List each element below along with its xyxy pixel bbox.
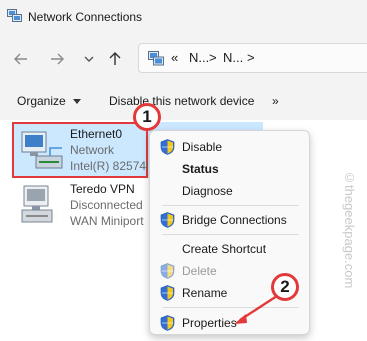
menu-item-diagnose[interactable]: Diagnose: [150, 180, 311, 202]
recent-locations-button[interactable]: [78, 48, 100, 70]
more-commands-button[interactable]: »: [272, 94, 279, 108]
menu-item-label: Disable: [182, 140, 223, 154]
menu-item-label: Create Shortcut: [182, 242, 267, 256]
uac-shield-icon: [160, 263, 175, 279]
adapter-item-ethernet0[interactable]: Ethernet0 Network Intel(R) 82574L: [12, 122, 148, 178]
menu-item-label: Bridge Connections: [182, 213, 287, 227]
breadcrumb-separator[interactable]: >: [247, 50, 255, 65]
adapter-device: WAN Miniport: [70, 214, 144, 228]
breadcrumb-overflow[interactable]: «: [171, 50, 178, 65]
uac-shield-icon: [160, 139, 175, 155]
organize-button[interactable]: Organize: [17, 94, 82, 108]
breadcrumb-item[interactable]: N...: [189, 50, 209, 65]
network-connections-icon: [148, 51, 164, 66]
menu-item-disable[interactable]: Disable: [150, 136, 311, 158]
adapter-name: Ethernet0: [70, 127, 123, 141]
forward-button[interactable]: [46, 48, 68, 70]
uac-shield-icon: [160, 285, 175, 301]
navigation-bar: « N... > N... >: [0, 34, 367, 82]
network-connections-icon: [7, 9, 22, 22]
arrow-right-icon: [51, 53, 64, 65]
uac-shield-icon: [160, 212, 175, 228]
back-button[interactable]: [10, 48, 32, 70]
arrow-left-icon: [14, 53, 27, 65]
menu-item-create-shortcut[interactable]: Create Shortcut: [150, 238, 311, 260]
command-bar: Organize Disable this network device »: [0, 82, 367, 120]
menu-item-label: Properties: [182, 316, 237, 330]
menu-item-label: Diagnose: [182, 184, 233, 198]
adapter-item-teredo-vpn[interactable]: Teredo VPN Disconnected WAN Miniport: [12, 180, 148, 236]
caret-down-icon: [73, 99, 82, 104]
menu-item-label: Status: [182, 162, 219, 176]
adapter-name: Teredo VPN: [70, 182, 135, 196]
menu-item-label: Rename: [182, 286, 228, 300]
watermark: ©thegeekpage.com: [342, 170, 357, 289]
up-button[interactable]: [104, 48, 126, 70]
breadcrumb-item[interactable]: N...: [223, 50, 243, 65]
menu-separator: [162, 234, 299, 235]
menu-item-label: Delete: [182, 264, 217, 278]
menu-separator: [162, 205, 299, 206]
ethernet-adapter-icon: [21, 131, 63, 169]
step-badge-1: 1: [133, 103, 161, 131]
organize-label: Organize: [17, 94, 66, 108]
breadcrumb-separator[interactable]: >: [209, 50, 217, 65]
adapter-status: Disconnected: [70, 198, 143, 212]
disable-device-button[interactable]: Disable this network device: [109, 94, 254, 108]
title-bar: Network Connections: [0, 0, 367, 34]
step-badge-2: 2: [271, 273, 299, 301]
chevron-down-icon: [84, 56, 94, 62]
adapter-status: Network: [70, 143, 115, 157]
window-title: Network Connections: [28, 10, 143, 24]
menu-item-bridge-connections[interactable]: Bridge Connections: [150, 209, 311, 231]
vpn-adapter-icon: [21, 185, 53, 223]
address-bar[interactable]: « N... > N... >: [138, 43, 367, 73]
arrow-up-icon: [109, 52, 121, 65]
menu-item-status[interactable]: Status: [150, 158, 311, 180]
uac-shield-icon: [160, 315, 175, 331]
adapter-device: Intel(R) 82574L: [70, 159, 148, 173]
